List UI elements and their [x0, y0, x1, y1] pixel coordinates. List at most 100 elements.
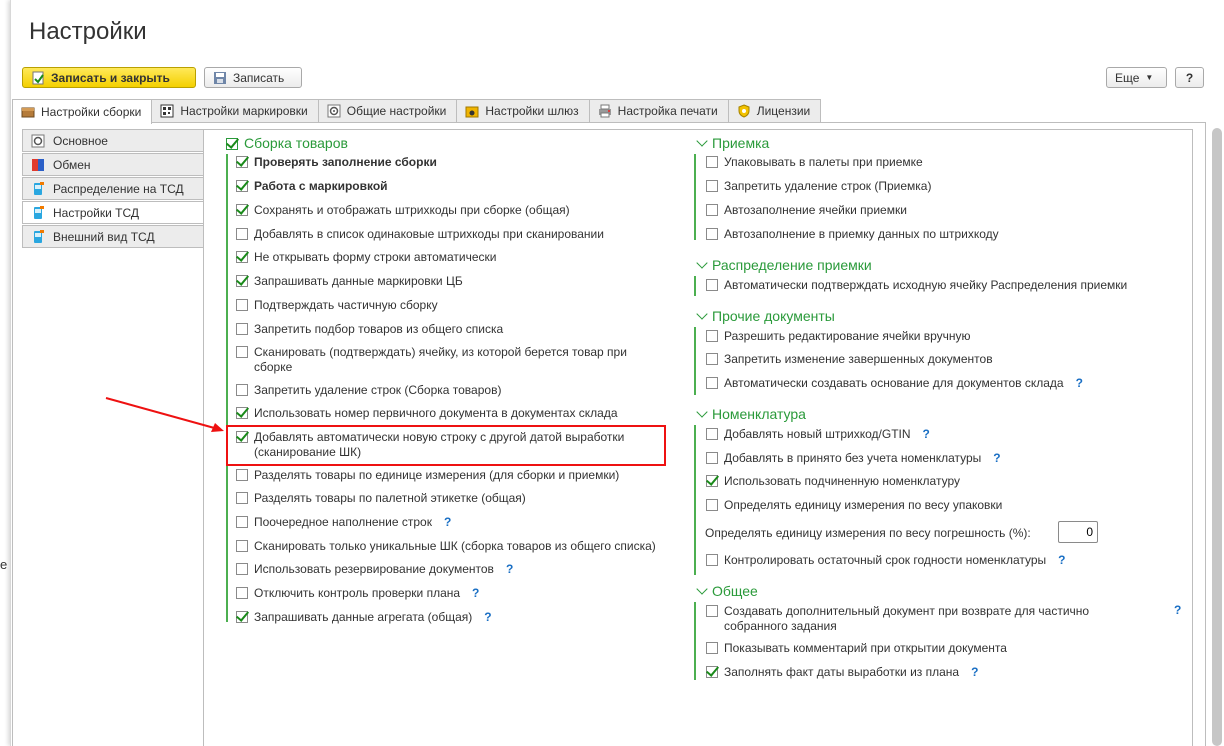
- setting-forbid-change-finished[interactable]: Запретить изменение завершенных документ…: [706, 352, 993, 367]
- checkbox[interactable]: [236, 299, 248, 311]
- checkbox[interactable]: [706, 499, 718, 511]
- tab-general-settings[interactable]: Общие настройки: [317, 99, 458, 122]
- help-icon[interactable]: ?: [971, 665, 978, 680]
- setting-forbid-delete-rows-assembly[interactable]: Запретить удаление строк (Сборка товаров…: [236, 383, 501, 398]
- setting-create-extra-doc-return[interactable]: Создавать дополнительный документ при во…: [706, 604, 1126, 634]
- checkbox[interactable]: [236, 204, 248, 216]
- sidebar-item-tsd-appearance[interactable]: Внешний вид ТСД: [22, 225, 204, 248]
- tolerance-input[interactable]: 0: [1058, 521, 1098, 543]
- checkbox[interactable]: [236, 251, 248, 263]
- checkbox[interactable]: [236, 228, 248, 240]
- tab-gateway-settings[interactable]: Настройки шлюз: [456, 99, 590, 122]
- checkbox[interactable]: [706, 353, 718, 365]
- help-icon[interactable]: ?: [1174, 603, 1181, 617]
- group-obshee-toggle[interactable]: Общее: [696, 583, 758, 599]
- help-icon[interactable]: ?: [1076, 376, 1083, 391]
- setting-save-barcodes[interactable]: Сохранять и отображать штрихкоды при сбо…: [236, 203, 570, 218]
- setting-unit-by-pack-weight[interactable]: Определять единицу измерения по весу упа…: [706, 498, 1002, 513]
- checkbox[interactable]: [236, 516, 248, 528]
- checkbox[interactable]: [236, 563, 248, 575]
- setting-sequential-fill[interactable]: Поочередное наполнение строк?: [236, 515, 451, 530]
- help-button[interactable]: ?: [1175, 67, 1204, 88]
- setting-forbid-delete-rows-priemka[interactable]: Запретить удаление строк (Приемка): [706, 179, 931, 194]
- checkbox[interactable]: [706, 475, 718, 487]
- checkbox[interactable]: [706, 642, 718, 654]
- checkbox[interactable]: [706, 228, 718, 240]
- checkbox[interactable]: [236, 156, 248, 168]
- setting-split-by-pallet-label[interactable]: Разделять товары по палетной этикетке (о…: [236, 491, 526, 506]
- help-icon[interactable]: ?: [1058, 553, 1065, 568]
- checkbox[interactable]: [706, 156, 718, 168]
- tab-print-settings[interactable]: Настройка печати: [588, 99, 729, 122]
- sidebar-item-exchange[interactable]: Обмен: [22, 153, 204, 176]
- sidebar-item-tsd-distribution[interactable]: Распределение на ТСД: [22, 177, 204, 200]
- setting-fill-production-date-from-plan[interactable]: Заполнять факт даты выработки из плана?: [706, 665, 978, 680]
- setting-add-new-barcode[interactable]: Добавлять новый штрихкод/GTIN?: [706, 427, 930, 442]
- setting-auto-confirm-source-cell[interactable]: Автоматически подтверждать исходную ячей…: [706, 278, 1127, 293]
- setting-scan-cell[interactable]: Сканировать (подтверждать) ячейку, из ко…: [236, 345, 666, 375]
- setting-no-auto-row-form[interactable]: Не открывать форму строки автоматически: [236, 250, 497, 265]
- help-icon[interactable]: ?: [993, 451, 1000, 466]
- checkbox[interactable]: [236, 469, 248, 481]
- help-icon[interactable]: ?: [506, 562, 513, 577]
- group-nomenklatura-toggle[interactable]: Номенклатура: [696, 406, 806, 422]
- setting-request-cb-marking[interactable]: Запрашивать данные маркировки ЦБ: [236, 274, 463, 289]
- checkbox[interactable]: [706, 279, 718, 291]
- sidebar-item-tsd-settings[interactable]: Настройки ТСД: [22, 201, 204, 224]
- setting-request-aggregate[interactable]: Запрашивать данные агрегата (общая)?: [236, 610, 492, 625]
- checkbox[interactable]: [236, 540, 248, 552]
- more-button[interactable]: Еще ▼: [1106, 67, 1167, 88]
- tab-licenses[interactable]: Лицензии: [727, 99, 822, 122]
- setting-allow-manual-cell-edit[interactable]: Разрешить редактирование ячейки вручную: [706, 329, 971, 344]
- help-icon[interactable]: ?: [484, 610, 491, 625]
- checkbox[interactable]: [706, 452, 718, 464]
- help-icon[interactable]: ?: [923, 427, 930, 442]
- sidebar-item-main[interactable]: Основное: [22, 129, 204, 152]
- setting-check-assembly-fill[interactable]: Проверять заполнение сборки: [236, 155, 437, 170]
- checkbox[interactable]: [706, 666, 718, 678]
- setting-auto-create-basis[interactable]: Автоматически создавать основание для до…: [706, 376, 1083, 391]
- setting-autofill-cell[interactable]: Автозаполнение ячейки приемки: [706, 203, 907, 218]
- setting-show-comment-on-open[interactable]: Показывать комментарий при открытии доку…: [706, 641, 1007, 656]
- setting-confirm-partial[interactable]: Подтверждать частичную сборку: [236, 298, 438, 313]
- tab-marking-settings[interactable]: Настройки маркировки: [151, 99, 319, 122]
- vertical-scrollbar[interactable]: [1212, 128, 1222, 746]
- checkbox[interactable]: [236, 323, 248, 335]
- checkbox[interactable]: [236, 180, 248, 192]
- setting-add-accepted-without-nom[interactable]: Добавлять в принято без учета номенклату…: [706, 451, 1001, 466]
- setting-disable-plan-control[interactable]: Отключить контроль проверки плана?: [236, 586, 479, 601]
- group-raspredelenie-toggle[interactable]: Распределение приемки: [696, 257, 872, 273]
- group-prochie-toggle[interactable]: Прочие документы: [696, 308, 835, 324]
- setting-add-same-barcodes[interactable]: Добавлять в список одинаковые штрихкоды …: [236, 227, 604, 242]
- checkbox[interactable]: [706, 377, 718, 389]
- help-icon[interactable]: ?: [444, 515, 451, 530]
- help-icon[interactable]: ?: [472, 586, 479, 601]
- group-assembly-toggle[interactable]: Сборка товаров: [226, 135, 348, 151]
- setting-autofill-by-barcode[interactable]: Автозаполнение в приемку данных по штрих…: [706, 227, 999, 242]
- setting-split-by-unit[interactable]: Разделять товары по единице измерения (д…: [236, 468, 619, 483]
- checkbox[interactable]: [706, 605, 718, 617]
- setting-use-primary-doc-number[interactable]: Использовать номер первичного документа …: [236, 406, 618, 421]
- checkbox[interactable]: [236, 407, 248, 419]
- checkbox[interactable]: [706, 330, 718, 342]
- group-priemka-toggle[interactable]: Приемка: [696, 135, 769, 151]
- tab-assembly-settings[interactable]: Настройки сборки: [12, 99, 153, 124]
- setting-use-sub-nomenclature[interactable]: Использовать подчиненную номенклатуру: [706, 474, 960, 489]
- save-button[interactable]: Записать: [204, 67, 302, 88]
- checkbox[interactable]: [236, 587, 248, 599]
- checkbox[interactable]: [236, 611, 248, 623]
- checkbox[interactable]: [706, 428, 718, 440]
- setting-scan-unique-only[interactable]: Сканировать только уникальные ШК (сборка…: [236, 539, 656, 554]
- checkbox[interactable]: [236, 275, 248, 287]
- checkbox[interactable]: [706, 180, 718, 192]
- checkbox[interactable]: [706, 204, 718, 216]
- setting-marking-work[interactable]: Работа с маркировкой: [236, 179, 388, 194]
- setting-use-reservation[interactable]: Использовать резервирование документов?: [236, 562, 513, 577]
- save-and-close-button[interactable]: Записать и закрыть: [22, 67, 196, 88]
- checkbox[interactable]: [236, 492, 248, 504]
- checkbox[interactable]: [236, 346, 248, 358]
- setting-pack-pallets[interactable]: Упаковывать в палеты при приемке: [706, 155, 923, 170]
- checkbox[interactable]: [706, 554, 718, 566]
- setting-control-shelf-life[interactable]: Контролировать остаточный срок годности …: [706, 553, 1066, 568]
- checkbox[interactable]: [236, 384, 248, 396]
